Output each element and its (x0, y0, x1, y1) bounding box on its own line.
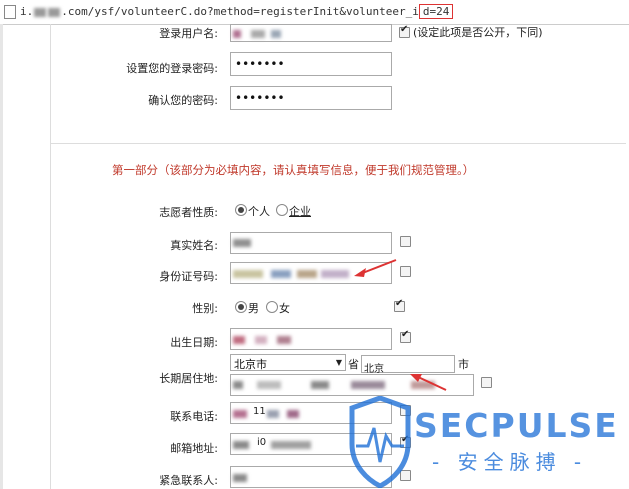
redacted-birth-3 (277, 336, 291, 344)
nature-individual-radio[interactable] (235, 204, 247, 216)
province-value: 北京市 (234, 358, 267, 371)
page-icon (4, 5, 16, 19)
city-input[interactable]: 北京 (361, 355, 455, 375)
idcard-public-checkbox[interactable] (400, 266, 411, 277)
email-label: 邮箱地址: (170, 442, 218, 455)
redacted-phone-1 (233, 410, 247, 418)
redacted-id-3 (297, 270, 317, 278)
section-divider (50, 143, 626, 144)
idcard-label: 身份证号码: (159, 270, 218, 283)
redacted-email-2 (271, 441, 311, 449)
nature-company-radio[interactable] (276, 204, 288, 216)
redacted-username-3 (271, 30, 281, 38)
gender-female-text: 女 (279, 302, 290, 315)
nature-individual-text: 个人 (248, 205, 270, 218)
birth-label: 出生日期: (170, 336, 218, 349)
redacted-id-4 (321, 270, 349, 278)
username-public-checkbox[interactable] (399, 24, 410, 38)
url-middle: .com/ysf/volunteerC.do?method=registerIn… (61, 5, 419, 18)
redacted-username-2 (251, 30, 265, 38)
shield-logo-icon (349, 396, 411, 488)
redacted-email-1 (233, 441, 249, 449)
confirm-password-dots: ••••••• (235, 91, 285, 105)
public-note: (设定此项是否公开，下同) (413, 26, 543, 39)
realname-input[interactable] (230, 232, 392, 254)
email-partial: i0 (257, 437, 267, 448)
redacted-birth-2 (255, 336, 267, 344)
redacted-address-1 (233, 381, 243, 389)
url-highlight: d=24 (418, 4, 454, 19)
redacted-phone-2 (267, 410, 279, 418)
gender-male-text: 男 (248, 302, 259, 315)
realname-label: 真实姓名: (170, 239, 218, 252)
redacted-birth-1 (233, 336, 245, 344)
address-bar[interactable]: i. .com/ysf/volunteerC.do?method=register… (0, 0, 629, 25)
province-suffix: 省 (348, 358, 359, 371)
gender-label: 性别: (192, 302, 218, 315)
watermark-subtitle: - 安全脉搏 - (432, 450, 588, 474)
birth-public-checkbox[interactable] (400, 329, 411, 343)
url-text: i. .com/ysf/volunteerC.do?method=register… (20, 4, 454, 19)
redacted-address-3 (311, 381, 329, 389)
redacted-emergency (233, 474, 247, 482)
phone-label: 联系电话: (170, 410, 218, 423)
gender-female-radio[interactable] (266, 301, 278, 313)
username-label: 登录用户名: (159, 27, 218, 40)
redacted-address-2 (257, 381, 281, 389)
left-frame (0, 24, 3, 489)
watermark-brand: SECPULSE (414, 406, 619, 445)
residence-public-checkbox[interactable] (481, 377, 492, 388)
nature-company-text: 企业 (289, 205, 311, 218)
realname-public-checkbox[interactable] (400, 236, 411, 247)
city-value: 北京 (364, 364, 384, 375)
url-prefix: i. (20, 5, 34, 18)
secpulse-watermark: SECPULSE - 安全脉搏 - (348, 396, 629, 489)
residence-label: 长期居住地: (159, 372, 218, 385)
red-arrow-icon (354, 259, 397, 277)
password-label: 设置您的登录密码: (126, 62, 218, 75)
redacted-domain (34, 7, 47, 17)
redacted-username (233, 30, 241, 38)
redacted-phone-3 (287, 410, 299, 418)
confirm-password-label: 确认您的密码: (148, 94, 218, 107)
emergency-label: 紧急联系人: (159, 474, 218, 487)
gender-public-checkbox[interactable] (394, 298, 405, 312)
password-input[interactable]: ••••••• (230, 52, 392, 76)
password-dots: ••••••• (235, 57, 285, 71)
redacted-domain-2 (48, 7, 61, 17)
province-select[interactable]: 北京市 ▼ (230, 354, 346, 371)
birth-input[interactable] (230, 328, 392, 350)
phone-partial: 11 (253, 406, 266, 417)
nature-label: 志愿者性质: (159, 206, 218, 219)
confirm-password-input[interactable]: ••••••• (230, 86, 392, 110)
username-input[interactable] (230, 24, 392, 42)
redacted-name (233, 239, 251, 247)
gender-male-radio[interactable] (235, 301, 247, 313)
redacted-id-2 (271, 270, 291, 278)
city-suffix: 市 (458, 358, 469, 371)
red-arrow-icon-2 (410, 374, 447, 391)
dropdown-arrow-icon: ▼ (335, 358, 342, 367)
redacted-id-1 (233, 270, 263, 278)
section-title: 第一部分（该部分为必填内容，请认真填写信息，便于我们规范管理。） (112, 163, 475, 177)
redacted-address-4 (351, 381, 385, 389)
